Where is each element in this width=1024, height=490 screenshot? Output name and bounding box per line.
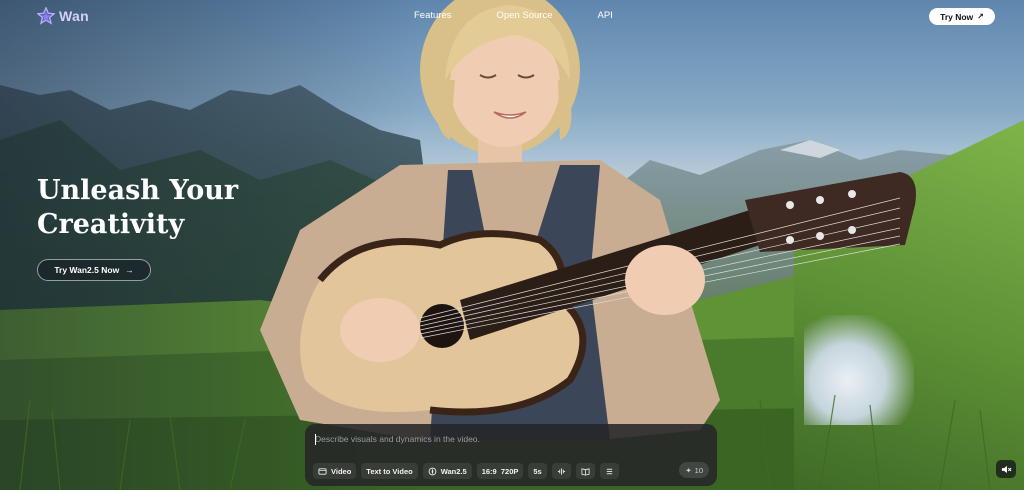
try-now-button[interactable]: Try Now ↗ (929, 8, 995, 25)
nav-link-features[interactable]: Features (414, 10, 452, 21)
brand-logo[interactable]: Wan (37, 7, 89, 25)
list-icon (606, 468, 612, 474)
guitarist-figure (19, 0, 991, 490)
try-wan-now-label: Try Wan2.5 Now (54, 265, 120, 275)
mode-video-chip[interactable]: Video (313, 463, 357, 479)
video-icon (318, 467, 327, 475)
text-to-video-chip[interactable]: Text to Video (361, 463, 418, 479)
model-icon (428, 467, 437, 475)
duration-label: 5s (533, 466, 542, 476)
book-icon (581, 467, 590, 476)
aspect-resolution-chip[interactable]: 16:9 720P (476, 463, 524, 479)
nav-links: Features Open Source API (414, 10, 613, 21)
hero-title-line-1: Unleash Your (37, 175, 239, 206)
audio-wave-icon (557, 467, 565, 475)
sound-toggle-button[interactable] (996, 460, 1016, 478)
hero-title-line-2: Creativity (37, 209, 185, 240)
aspect-resolution-label: 16:9 720P (481, 466, 519, 476)
nav-link-open-source[interactable]: Open Source (497, 10, 553, 21)
credits-count: 10 (694, 465, 703, 475)
nav-link-api[interactable]: API (597, 10, 612, 21)
guide-book-chip[interactable] (575, 463, 595, 479)
generate-button[interactable]: ✦ 10 (679, 462, 709, 478)
duration-chip[interactable]: 5s (528, 463, 547, 479)
brand-name: Wan (59, 8, 89, 24)
hero-title: Unleash Your Creativity (37, 174, 297, 242)
wan-star-logo-icon (37, 7, 55, 25)
arrow-right-icon: → (125, 265, 134, 275)
settings-list-chip[interactable] (599, 463, 619, 479)
text-to-video-label: Text to Video (366, 466, 413, 476)
model-select-chip[interactable]: Wan2.5 (422, 463, 472, 479)
top-navigation: Wan Features Open Source API Try Now ↗ (0, 0, 1024, 34)
text-caret (315, 434, 316, 445)
arrow-up-right-icon: ↗ (977, 12, 984, 21)
model-select-label: Wan2.5 (440, 466, 467, 476)
try-wan-now-button[interactable]: Try Wan2.5 Now → (37, 259, 151, 281)
mode-video-label: Video (331, 466, 352, 476)
prompt-panel: Video Text to Video Wan2.5 16:9 720P 5s (305, 424, 717, 486)
prompt-input[interactable] (315, 432, 705, 446)
prompt-toolbar: Video Text to Video Wan2.5 16:9 720P 5s (313, 462, 619, 480)
speaker-mute-icon (1001, 465, 1011, 473)
sparkle-icon: ✦ (685, 465, 692, 475)
audio-toggle-chip[interactable] (551, 463, 571, 479)
try-now-label: Try Now (940, 11, 974, 22)
hero-background-image (0, 0, 1024, 490)
